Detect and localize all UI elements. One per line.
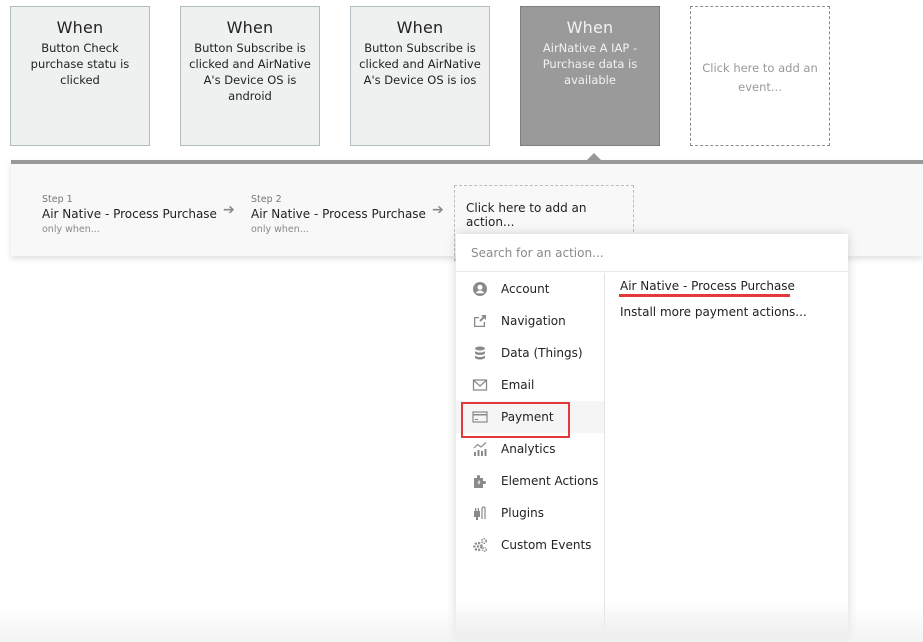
- step-name: Air Native - Process Purchase: [251, 207, 426, 221]
- action-list: Air Native - Process Purchase Install mo…: [606, 273, 848, 642]
- puzzle-icon: [472, 473, 488, 489]
- event-heading: When: [566, 18, 614, 37]
- add-event-label: Click here to add an event...: [702, 61, 818, 94]
- event-description: Button Subscribe is clicked and AirNativ…: [359, 41, 481, 87]
- step-name: Air Native - Process Purchase: [42, 207, 217, 221]
- category-label: Custom Events: [501, 538, 592, 552]
- workflow-step-1[interactable]: Step 1 Air Native - Process Purchase onl…: [42, 194, 217, 235]
- event-heading: When: [56, 18, 104, 37]
- category-label: Navigation: [501, 314, 566, 328]
- event-card-check-purchase[interactable]: When Button Check purchase statu is clic…: [10, 6, 150, 146]
- step-number: Step 2: [251, 194, 282, 205]
- workflow-editor: When Button Check purchase statu is clic…: [0, 0, 923, 642]
- highlight-underline: [619, 294, 790, 297]
- event-description: Button Subscribe is clicked and AirNativ…: [189, 41, 311, 103]
- category-payment[interactable]: Payment: [456, 401, 604, 438]
- action-search-input[interactable]: [456, 234, 848, 272]
- add-event-button[interactable]: Click here to add an event...: [690, 6, 830, 146]
- workflow-step-2[interactable]: Step 2 Air Native - Process Purchase onl…: [251, 194, 426, 235]
- arrow-right-icon: ➔: [432, 202, 444, 218]
- account-icon: [472, 281, 488, 297]
- arrow-right-icon: ➔: [223, 202, 235, 218]
- step-number: Step 1: [42, 194, 73, 205]
- navigation-icon: [472, 313, 488, 329]
- event-card-subscribe-ios[interactable]: When Button Subscribe is clicked and Air…: [350, 6, 490, 146]
- category-plugins[interactable]: Plugins: [456, 497, 604, 529]
- step-condition[interactable]: only when...: [42, 224, 217, 235]
- event-card-iap-purchase-data[interactable]: When AirNative A IAP - Purchase data is …: [520, 6, 660, 146]
- category-analytics[interactable]: Analytics: [456, 433, 604, 465]
- event-heading: When: [226, 18, 274, 37]
- category-navigation[interactable]: Navigation: [456, 305, 604, 337]
- category-element-actions[interactable]: Element Actions: [456, 465, 604, 497]
- category-label: Element Actions: [501, 474, 599, 488]
- category-label: Email: [501, 378, 535, 392]
- event-heading: When: [396, 18, 444, 37]
- analytics-icon: [472, 441, 488, 457]
- selected-event-pointer: [587, 153, 601, 160]
- category-email[interactable]: Email: [456, 369, 604, 401]
- event-card-subscribe-android[interactable]: When Button Subscribe is clicked and Air…: [180, 6, 320, 146]
- event-description: AirNative A IAP - Purchase data is avail…: [542, 41, 638, 87]
- gears-icon: [472, 537, 488, 553]
- category-account[interactable]: Account: [456, 273, 604, 305]
- email-icon: [472, 377, 488, 393]
- action-label: Air Native - Process Purchase: [620, 279, 795, 293]
- step-condition[interactable]: only when...: [251, 224, 426, 235]
- category-data[interactable]: Data (Things): [456, 337, 604, 369]
- plug-icon: [472, 505, 488, 521]
- category-label: Analytics: [501, 442, 556, 456]
- category-label: Plugins: [501, 506, 544, 520]
- event-description: Button Check purchase statu is clicked: [30, 41, 130, 87]
- category-custom-events[interactable]: Custom Events: [456, 529, 604, 561]
- action-air-native-process-purchase[interactable]: Air Native - Process Purchase: [619, 273, 848, 299]
- action-picker-dropdown: Account Navigation Data (Things) Email: [456, 234, 848, 642]
- database-icon: [472, 345, 488, 361]
- install-more-payment-actions-link[interactable]: Install more payment actions...: [620, 299, 848, 325]
- action-label: Install more payment actions...: [620, 305, 807, 319]
- category-label: Data (Things): [501, 346, 583, 360]
- category-label: Account: [501, 282, 550, 296]
- action-category-list: Account Navigation Data (Things) Email P…: [456, 273, 605, 642]
